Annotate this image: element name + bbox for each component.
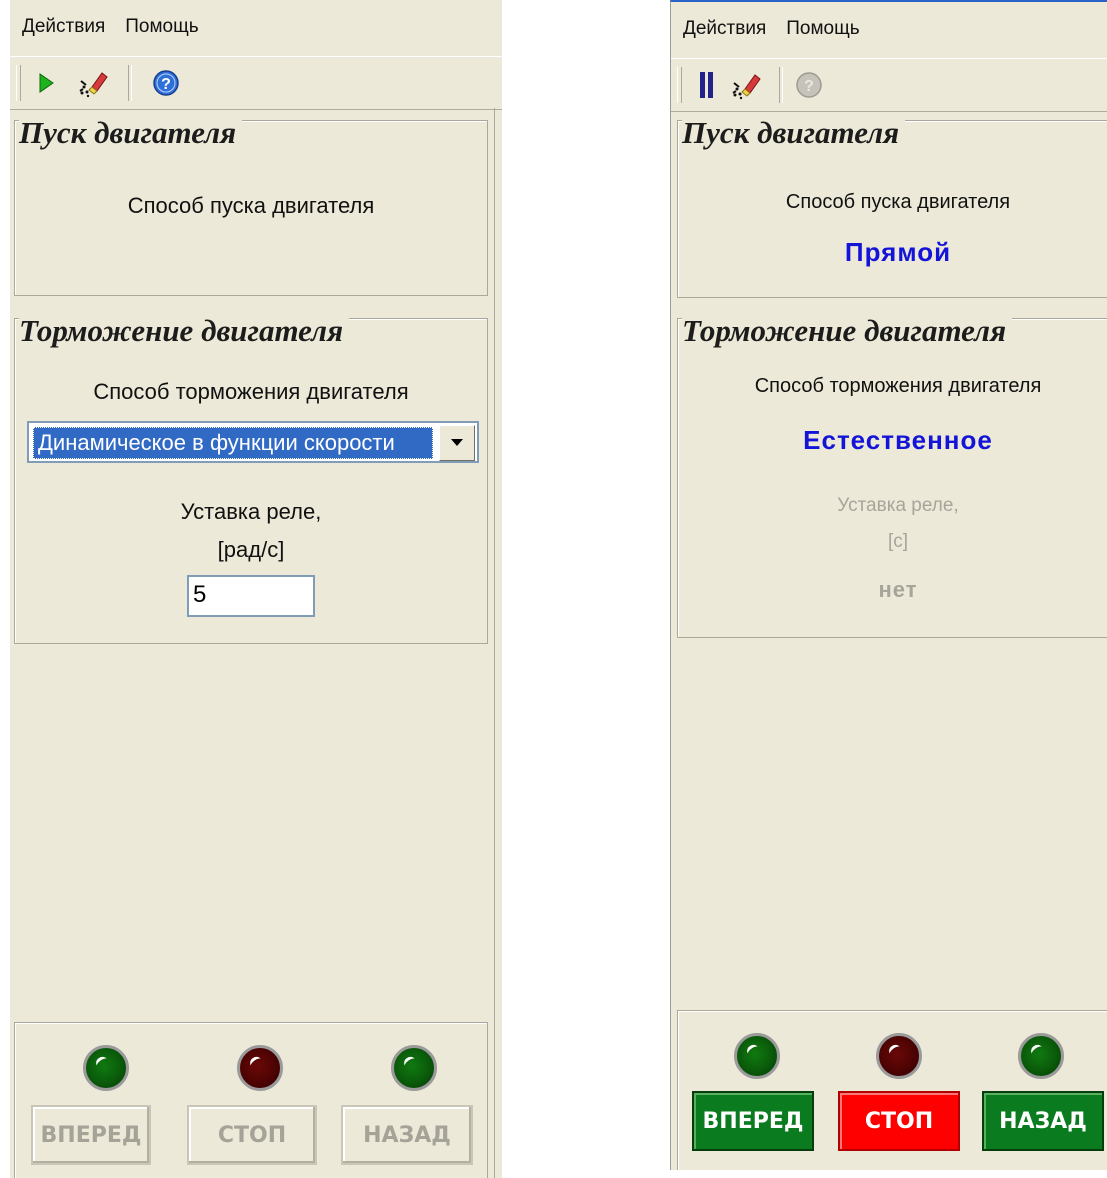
relay-value-input[interactable]: 5 xyxy=(187,575,315,617)
chevron-down-icon[interactable] xyxy=(439,425,475,461)
menu-help[interactable]: Помощь xyxy=(786,18,859,40)
toolbar: ? xyxy=(671,58,1107,112)
toolbar: ? xyxy=(10,56,502,110)
svg-text:?: ? xyxy=(804,78,814,95)
brake-method-value: Естественное xyxy=(803,425,993,455)
toolbar-grip xyxy=(677,67,682,103)
toolbar-separator xyxy=(128,65,132,101)
start-method-label: Способ пуска двигателя xyxy=(785,191,1011,213)
brake-method-select[interactable]: Динамическое в функции скорости xyxy=(27,421,479,463)
toolbar-grip xyxy=(16,65,21,101)
start-group-title: Пуск двигателя xyxy=(19,115,243,151)
back-button[interactable]: НАЗАД xyxy=(982,1091,1104,1151)
brake-group-title: Торможение двигателя xyxy=(682,313,1013,349)
forward-button[interactable]: ВПЕРЕД xyxy=(31,1105,151,1165)
controls-group: ВПЕРЕД СТОП НАЗАД xyxy=(677,1010,1107,1170)
forward-lamp xyxy=(734,1033,780,1079)
clear-icon[interactable] xyxy=(78,65,110,101)
back-button[interactable]: НАЗАД xyxy=(341,1105,473,1165)
toolbar-separator xyxy=(779,67,783,103)
relay-label: Уставка реле, xyxy=(180,499,322,524)
relay-unit: [рад/с] xyxy=(217,537,285,562)
brake-method-label: Способ торможения двигателя xyxy=(93,379,409,404)
brake-method-selected: Динамическое в функции скорости xyxy=(33,427,433,459)
start-group: Пуск двигателя Способ пуска двигателя xyxy=(14,115,488,296)
forward-button[interactable]: ВПЕРЕД xyxy=(692,1091,814,1151)
start-method-label: Способ пуска двигателя xyxy=(127,193,375,218)
start-group-title: Пуск двигателя xyxy=(682,115,906,151)
help-icon[interactable]: ? xyxy=(150,65,182,101)
menu-bar: Действия Помощь xyxy=(10,0,502,54)
brake-method-label: Способ торможения двигателя xyxy=(754,375,1042,397)
right-window: Действия Помощь ? Пуск двигателя Способ … xyxy=(670,0,1107,1170)
controls-group: ВПЕРЕД СТОП НАЗАД xyxy=(14,1022,488,1178)
brake-group: Торможение двигателя Способ торможения д… xyxy=(14,313,488,644)
relay-value: нет xyxy=(878,577,918,602)
play-icon[interactable] xyxy=(30,65,62,101)
start-method-value: Прямой xyxy=(844,237,952,267)
menu-bar: Действия Помощь xyxy=(671,2,1107,56)
stop-button[interactable]: СТОП xyxy=(187,1105,317,1165)
forward-lamp xyxy=(83,1045,129,1091)
pause-icon[interactable] xyxy=(691,67,723,103)
menu-actions[interactable]: Действия xyxy=(22,16,105,38)
svg-text:?: ? xyxy=(161,76,171,93)
splitter[interactable] xyxy=(494,108,501,1178)
back-lamp xyxy=(391,1045,437,1091)
clear-icon[interactable] xyxy=(731,67,763,103)
brake-group-title: Торможение двигателя xyxy=(19,313,350,349)
stop-button[interactable]: СТОП xyxy=(838,1091,960,1151)
start-group: Пуск двигателя Способ пуска двигателя Пр… xyxy=(677,115,1107,298)
menu-actions[interactable]: Действия xyxy=(683,18,766,40)
back-lamp xyxy=(1018,1033,1064,1079)
relay-label: Уставка реле, xyxy=(837,495,959,516)
brake-group: Торможение двигателя Способ торможения д… xyxy=(677,313,1107,638)
left-window: Действия Помощь ? Пуск двигателя Способ … xyxy=(10,0,502,1178)
relay-unit: [c] xyxy=(887,531,909,552)
menu-help[interactable]: Помощь xyxy=(125,16,198,38)
help-disabled-icon: ? xyxy=(793,67,825,103)
stop-lamp xyxy=(876,1033,922,1079)
stop-lamp xyxy=(237,1045,283,1091)
